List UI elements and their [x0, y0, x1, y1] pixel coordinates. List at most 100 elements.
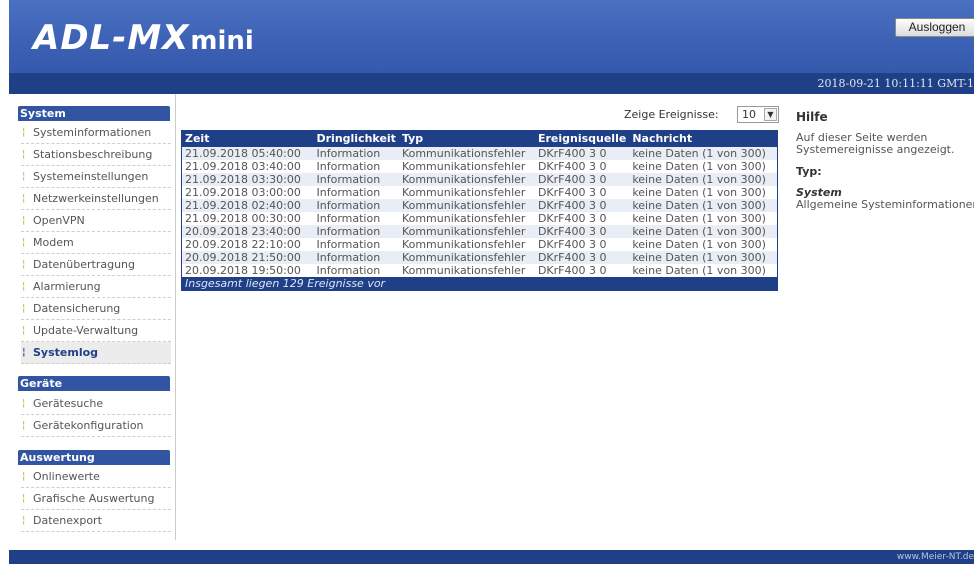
- help-definition: Allgemeine Systeminformationen.: [796, 198, 974, 211]
- sidebar-item-netzwerkeinstellungen[interactable]: ¦ Netzwerkeinstellungen: [21, 188, 171, 210]
- bullet-icon: ¦: [22, 347, 26, 358]
- cell-zeit: 20.09.2018 22:10:00: [181, 237, 314, 251]
- bullet-icon: ¦: [22, 259, 26, 270]
- sidebar-item-stationsbeschreibung[interactable]: ¦ Stationsbeschreibung: [21, 144, 171, 166]
- cell-zeit: 21.09.2018 02:40:00: [181, 198, 314, 212]
- sidebar-item-datensicherung[interactable]: ¦ Datensicherung: [21, 298, 171, 320]
- cell-typ: Kommunikationsfehler: [398, 237, 535, 251]
- bullet-icon: ¦: [22, 127, 26, 138]
- system-datetime: 2018-09-21 10:11:11 GMT-1: [817, 77, 974, 90]
- sidebar-item-update-verwaltung[interactable]: ¦ Update-Verwaltung: [21, 320, 171, 342]
- sidebar-item-geraetekonfiguration[interactable]: ¦ Gerätekonfiguration: [21, 415, 171, 437]
- sidebar-item-label: Update-Verwaltung: [33, 324, 139, 337]
- column-header-dringlichkeit: Dringlichkeit: [313, 130, 399, 147]
- sidebar-item-datenexport[interactable]: ¦ Datenexport: [21, 510, 171, 532]
- sidebar-item-label: Systeminformationen: [33, 126, 152, 139]
- cell-dringlichkeit: Information: [313, 198, 399, 212]
- sidebar-item-grafische-auswertung[interactable]: ¦ Grafische Auswertung: [21, 488, 171, 510]
- bullet-icon: ¦: [22, 398, 26, 409]
- cell-zeit: 21.09.2018 00:30:00: [181, 211, 314, 225]
- cell-dringlichkeit: Information: [313, 250, 399, 264]
- sidebar-item-modem[interactable]: ¦ Modem: [21, 232, 171, 254]
- bullet-icon: ¦: [22, 420, 26, 431]
- sidebar-item-alarmierung[interactable]: ¦ Alarmierung: [21, 276, 171, 298]
- cell-dringlichkeit: Information: [313, 263, 399, 277]
- table-row: 21.09.2018 02:40:00 Information Kommunik…: [181, 198, 778, 212]
- cell-dringlichkeit: Information: [313, 146, 399, 160]
- cell-zeit: 21.09.2018 05:40:00: [181, 146, 314, 160]
- cell-typ: Kommunikationsfehler: [398, 159, 535, 173]
- sidebar-item-label: Datenübertragung: [33, 258, 135, 271]
- table-footer-row: Insgesamt liegen 129 Ereignisse vor: [181, 276, 778, 291]
- cell-zeit: 20.09.2018 19:50:00: [181, 263, 314, 277]
- cell-ereignisquelle: DKrF400 3 0: [534, 159, 630, 173]
- table-row: 21.09.2018 00:30:00 Information Kommunik…: [181, 211, 778, 225]
- cell-typ: Kommunikationsfehler: [398, 224, 535, 238]
- cell-typ: Kommunikationsfehler: [398, 198, 535, 212]
- cell-zeit: 21.09.2018 03:40:00: [181, 159, 314, 173]
- sidebar-item-label: Modem: [33, 236, 74, 249]
- header-bar: ADL-MXmini Ausloggen 2018-09-21 10:11:11…: [9, 0, 974, 94]
- sidebar-group-system: System: [18, 106, 170, 121]
- sidebar-item-openvpn[interactable]: ¦ OpenVPN: [21, 210, 171, 232]
- chevron-down-icon: ▼: [764, 108, 777, 121]
- cell-nachricht: keine Daten (1 von 300): [629, 146, 778, 160]
- app-logo: ADL-MXmini: [33, 18, 254, 61]
- cell-ereignisquelle: DKrF400 3 0: [534, 211, 630, 225]
- sidebar-item-label: Grafische Auswertung: [33, 492, 155, 505]
- table-row: 20.09.2018 22:10:00 Information Kommunik…: [181, 237, 778, 251]
- sidebar-item-onlinewerte[interactable]: ¦ Onlinewerte: [21, 466, 171, 488]
- logo-main-text: ADL-MX: [33, 18, 190, 58]
- logout-button[interactable]: Ausloggen: [895, 18, 974, 37]
- sidebar-item-label: Datenexport: [33, 514, 102, 527]
- cell-nachricht: keine Daten (1 von 300): [629, 185, 778, 199]
- column-header-zeit: Zeit: [181, 130, 314, 147]
- bullet-icon: ¦: [22, 281, 26, 292]
- column-header-typ: Typ: [398, 130, 535, 147]
- event-total-text: Insgesamt liegen 129 Ereignisse vor: [181, 276, 778, 291]
- sidebar-group-geraete: Geräte: [18, 376, 170, 391]
- help-description: Auf dieser Seite werden Systemereignisse…: [796, 131, 955, 156]
- sidebar-item-datenuebertragung[interactable]: ¦ Datenübertragung: [21, 254, 171, 276]
- table-row: 21.09.2018 03:00:00 Information Kommunik…: [181, 185, 778, 199]
- cell-dringlichkeit: Information: [313, 224, 399, 238]
- bullet-icon: ¦: [22, 303, 26, 314]
- bullet-icon: ¦: [22, 237, 26, 248]
- event-count-select[interactable]: 10 ▼: [737, 106, 779, 123]
- bullet-icon: ¦: [22, 325, 26, 336]
- cell-ereignisquelle: DKrF400 3 0: [534, 185, 630, 199]
- logo-sub-text: mini: [190, 26, 254, 56]
- cell-zeit: 20.09.2018 23:40:00: [181, 224, 314, 238]
- cell-dringlichkeit: Information: [313, 172, 399, 186]
- cell-dringlichkeit: Information: [313, 211, 399, 225]
- cell-nachricht: keine Daten (1 von 300): [629, 263, 778, 277]
- bullet-icon: ¦: [22, 493, 26, 504]
- table-header-row: Zeit Dringlichkeit Typ Ereignisquelle Na…: [181, 130, 778, 147]
- sidebar-item-systemeinstellungen[interactable]: ¦ Systemeinstellungen: [21, 166, 171, 188]
- column-header-ereignisquelle: Ereignisquelle: [534, 130, 630, 147]
- bullet-icon: ¦: [22, 471, 26, 482]
- table-row: 21.09.2018 03:40:00 Information Kommunik…: [181, 159, 778, 173]
- cell-dringlichkeit: Information: [313, 185, 399, 199]
- vendor-link[interactable]: www.Meier-NT.de: [897, 550, 974, 564]
- sidebar-item-systeminformationen[interactable]: ¦ Systeminformationen: [21, 122, 171, 144]
- sidebar-item-label: Gerätekonfiguration: [33, 419, 144, 432]
- cell-zeit: 20.09.2018 21:50:00: [181, 250, 314, 264]
- sidebar-item-geraetesuche[interactable]: ¦ Gerätesuche: [21, 393, 171, 415]
- event-count-value: 10: [742, 108, 756, 121]
- help-type-label: Typ:: [796, 165, 822, 178]
- table-row: 21.09.2018 05:40:00 Information Kommunik…: [181, 146, 778, 160]
- cell-ereignisquelle: DKrF400 3 0: [534, 198, 630, 212]
- bullet-icon: ¦: [22, 215, 26, 226]
- table-row: 21.09.2018 03:30:00 Information Kommunik…: [181, 172, 778, 186]
- sidebar-item-label: Stationsbeschreibung: [33, 148, 153, 161]
- sidebar-nav: System ¦ Systeminformationen ¦ Stationsbes…: [9, 94, 176, 540]
- filter-label: Zeige Ereignisse:: [624, 108, 719, 121]
- cell-typ: Kommunikationsfehler: [398, 263, 535, 277]
- cell-zeit: 21.09.2018 03:30:00: [181, 172, 314, 186]
- bullet-icon: ¦: [22, 171, 26, 182]
- bullet-icon: ¦: [22, 149, 26, 160]
- column-header-nachricht: Nachricht: [629, 130, 778, 147]
- sidebar-item-systemlog[interactable]: ¦ Systemlog: [21, 342, 171, 364]
- cell-ereignisquelle: DKrF400 3 0: [534, 172, 630, 186]
